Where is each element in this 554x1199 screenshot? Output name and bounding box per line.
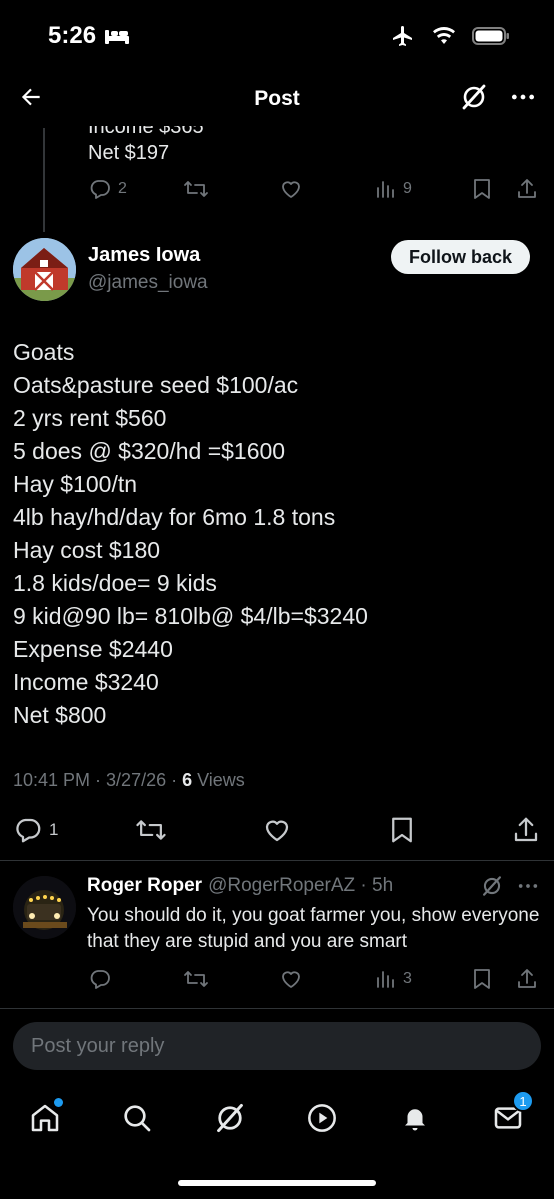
post-meta: 10:41 PM · 3/27/26 · 6 Views <box>13 770 245 791</box>
divider <box>0 860 554 861</box>
post-text-line: 9 kid@90 lb= 810lb@ $4/lb=$3240 <box>13 603 368 629</box>
battery-icon <box>472 27 509 45</box>
reply-views-count: 3 <box>403 970 412 987</box>
truck-lights-avatar-image <box>13 876 76 939</box>
post-text-line: Goats <box>13 339 75 365</box>
airplane-icon <box>393 26 412 46</box>
views-chart-icon <box>377 181 394 198</box>
reply-author-name[interactable]: Roger Roper <box>87 875 202 897</box>
author-handle[interactable]: @james_iowa <box>88 272 208 294</box>
status-icons <box>390 24 510 48</box>
reply-reply-action[interactable] <box>88 967 112 991</box>
post-text-line: 5 does @ $320/hd =$1600 <box>13 438 286 464</box>
repost-icon <box>184 971 208 987</box>
more-options-icon[interactable] <box>510 84 536 115</box>
play-circle-icon <box>308 1104 336 1132</box>
barn-avatar-image <box>13 238 76 301</box>
bell-icon <box>405 1109 425 1131</box>
home-indicator <box>178 1180 376 1186</box>
main-bookmark-action[interactable] <box>388 815 416 845</box>
heart-icon <box>282 971 300 988</box>
views-count: 9 <box>403 180 412 197</box>
reply-more-icon[interactable] <box>517 875 539 902</box>
reply-icon <box>16 818 41 843</box>
share-icon <box>514 817 538 842</box>
bookmark-icon <box>474 179 490 199</box>
messages-badge: 1 <box>512 1090 534 1112</box>
parent-post-net-line: Net $197 <box>88 142 170 164</box>
parent-post[interactable]: Income $365 Net $197 <box>0 116 554 226</box>
status-time: 5:26 <box>48 22 130 50</box>
heart-icon <box>282 181 300 198</box>
post-text-line: Income $3240 <box>13 669 159 695</box>
author-avatar[interactable] <box>13 238 76 301</box>
clock-text: 5:26 <box>48 22 97 49</box>
bookmark-icon <box>392 817 412 843</box>
like-action[interactable] <box>279 177 303 201</box>
tab-search[interactable] <box>115 1096 159 1140</box>
post-text-line: 2 yrs rent $560 <box>13 405 167 431</box>
author-name[interactable]: James Iowa <box>88 244 200 267</box>
main-share-action[interactable] <box>511 815 541 845</box>
main-repost-action[interactable] <box>135 815 167 845</box>
reply-text: You should do it, you goat farmer you, s… <box>87 905 540 952</box>
reply-like-action[interactable] <box>279 967 303 991</box>
repost-icon <box>184 181 208 197</box>
grok-icon <box>217 1103 243 1133</box>
tab-video[interactable] <box>300 1096 344 1140</box>
post-text-line: 1.8 kids/doe= 9 kids <box>13 570 217 596</box>
views-number: 6 <box>182 770 193 790</box>
grok-icon[interactable] <box>460 83 488 116</box>
post-text-line: Oats&pasture seed $100/ac <box>13 372 299 398</box>
bed-icon <box>105 30 130 44</box>
post-timestamp[interactable]: 10:41 PM · 3/27/26 · <box>13 770 182 790</box>
repost-action[interactable] <box>183 177 209 201</box>
share-icon <box>518 969 536 988</box>
reply-handle-time[interactable]: @RogerRoperAZ · 5h <box>208 875 393 897</box>
reply-bookmark-action[interactable] <box>471 967 493 991</box>
tab-grok[interactable] <box>208 1096 252 1140</box>
post-body: Goats Oats&pasture seed $100/ac 2 yrs rent… <box>13 336 543 732</box>
share-icon <box>518 179 536 198</box>
post-text-line: Expense $2440 <box>13 636 173 662</box>
search-icon <box>124 1105 151 1132</box>
main-reply-action[interactable]: 1 <box>13 815 58 845</box>
views-action[interactable]: 9 <box>375 177 412 201</box>
topbar-actions <box>460 83 536 116</box>
wifi-icon <box>433 27 455 44</box>
reply-header: Roger Roper @RogerRoperAZ · 5h <box>87 875 393 897</box>
tab-home[interactable] <box>23 1096 67 1140</box>
top-bar: Post <box>0 72 554 126</box>
reply-share-action[interactable] <box>515 967 539 991</box>
reply-repost-action[interactable] <box>183 967 209 991</box>
post-text-line: Hay $100/tn <box>13 471 138 497</box>
reply-input[interactable]: Post your reply <box>13 1022 541 1070</box>
main-reply-count: 1 <box>49 820 59 839</box>
bookmark-icon <box>474 969 490 989</box>
views-label: Views <box>192 770 245 790</box>
back-arrow-icon[interactable] <box>18 84 44 115</box>
views-chart-icon <box>377 971 394 988</box>
reply-avatar[interactable] <box>13 876 76 939</box>
share-action[interactable] <box>515 177 539 201</box>
bookmark-action[interactable] <box>471 177 493 201</box>
follow-back-button[interactable]: Follow back <box>391 240 530 274</box>
tab-notifications[interactable] <box>393 1096 437 1140</box>
reply-count: 2 <box>118 180 127 197</box>
reply-action[interactable]: 2 <box>88 177 127 201</box>
heart-icon <box>265 820 289 842</box>
home-notification-dot <box>54 1098 63 1107</box>
reply-icon <box>90 180 110 199</box>
tab-messages[interactable]: 1 <box>486 1090 534 1140</box>
status-bar: 5:26 <box>0 0 554 72</box>
reply-views-action[interactable]: 3 <box>375 967 412 991</box>
divider <box>0 1008 554 1009</box>
reply-grok-icon[interactable] <box>481 875 503 902</box>
repost-icon <box>136 820 166 840</box>
post-text-line: 4lb hay/hd/day for 6mo 1.8 tons <box>13 504 336 530</box>
post-text-line: Hay cost $180 <box>13 537 161 563</box>
main-like-action[interactable] <box>262 815 292 845</box>
reply-icon <box>90 970 110 989</box>
post-text-line: Net $800 <box>13 702 107 728</box>
